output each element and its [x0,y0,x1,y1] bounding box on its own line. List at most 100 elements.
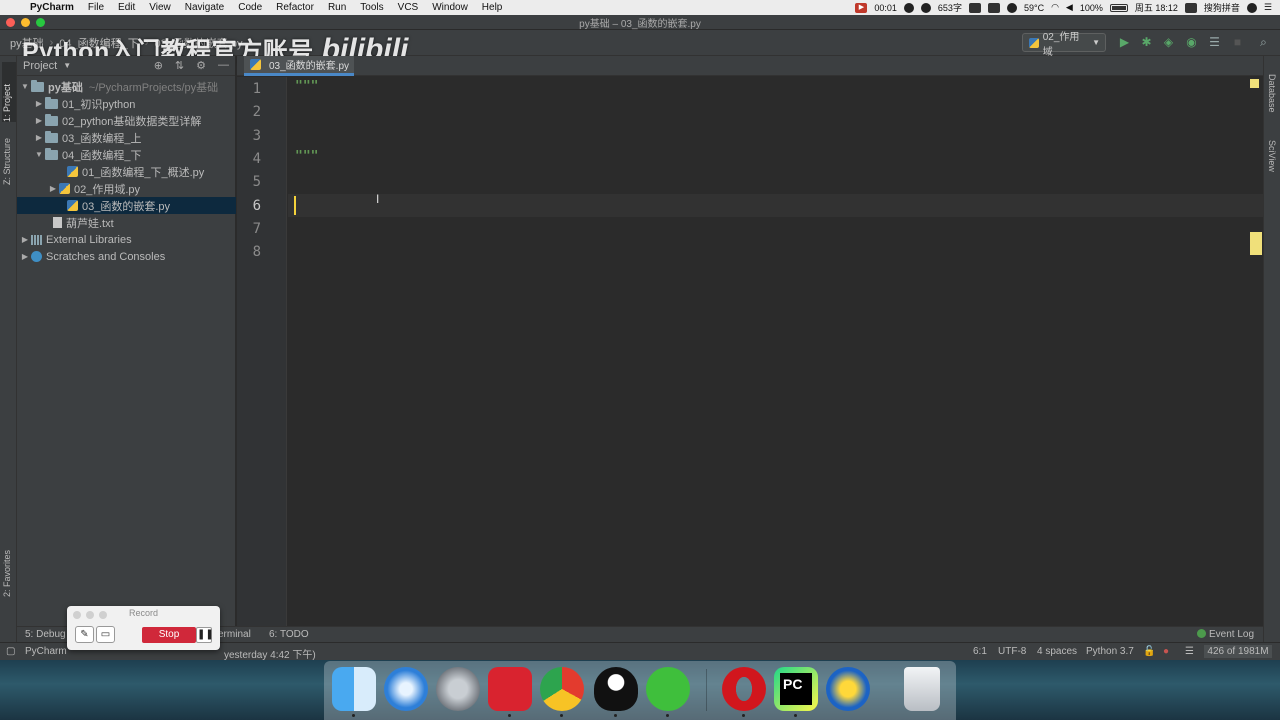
code-line-4[interactable]: """ [295,149,318,164]
input-method-icon[interactable] [1184,2,1197,13]
tree-item-01[interactable]: ▶ 01_初识python [17,95,236,112]
status-indent[interactable]: 4 spaces [1037,646,1077,657]
inspection-status-icon[interactable] [1250,79,1259,88]
coverage-icon[interactable]: ◈ [1162,36,1175,49]
menu-window[interactable]: Window [425,2,475,13]
expanded-arrow-icon[interactable]: ▼ [19,82,31,91]
collapsed-arrow-icon[interactable]: ▶ [33,133,45,142]
code-editor[interactable]: """ """ I [288,77,1263,626]
expanded-arrow-icon[interactable]: ▼ [33,150,45,159]
stop-recording-button[interactable]: Stop [142,627,196,643]
tree-item-04[interactable]: ▼ 04_函数编程_下 [17,146,236,163]
tool-todo[interactable]: 6: TODO [269,629,309,640]
input-method-label[interactable]: 搜狗拼音 [1204,1,1240,14]
tree-root[interactable]: ▼ py基础 ~/PycharmProjects/py基础 [17,78,236,95]
pen-icon[interactable]: ✎ [75,626,94,643]
tree-file-overview[interactable]: 01_函数编程_下_概述.py [17,163,236,180]
menu-run[interactable]: Run [321,2,353,13]
tab-structure[interactable]: Z: Structure [2,138,12,185]
zoom-window-icon[interactable] [36,18,45,27]
app-menu[interactable]: PyCharm [26,2,81,13]
editor-tab-active[interactable]: 03_函数的嵌套.py [244,56,354,76]
opera-icon[interactable] [722,667,766,711]
tree-item-03[interactable]: ▶ 03_函数编程_上 [17,129,236,146]
pycharm-icon[interactable]: PC [774,667,818,711]
pause-icon[interactable]: ❚❚ [196,627,214,643]
chevron-down-icon[interactable]: ▼ [63,61,71,70]
run-icon[interactable]: ▶ [1118,36,1131,49]
trash-icon[interactable] [904,667,940,711]
collapsed-arrow-icon[interactable]: ▶ [19,252,31,261]
inspector-icon[interactable]: ● [1163,646,1169,657]
tab-favorites[interactable]: 2: Favorites [2,550,12,597]
tree-file-nested-functions[interactable]: 03_函数的嵌套.py [17,197,236,214]
color-tray-icon[interactable] [1006,2,1017,13]
tool-debug[interactable]: 5: Debug [25,629,66,640]
tree-item-02[interactable]: ▶ 02_python基础数据类型详解 [17,112,236,129]
menu-code[interactable]: Code [231,2,269,13]
run-configuration-select[interactable]: 02_作用域 ▼ [1022,32,1106,58]
clipboard-tray-icon[interactable] [968,2,981,13]
wifi-icon[interactable]: ◠ [1051,2,1059,13]
tree-file-txt[interactable]: 葫芦娃.txt [17,214,236,231]
menu-help[interactable]: Help [475,2,510,13]
qq-icon[interactable] [594,667,638,711]
tab-sciview[interactable]: SciView [1267,140,1277,172]
status-interpreter[interactable]: Python 3.7 [1086,646,1134,657]
code-line-1[interactable]: """ [295,79,318,94]
menu-file[interactable]: File [81,2,111,13]
menu-refactor[interactable]: Refactor [269,2,321,13]
build-icon[interactable]: ☰ [1208,36,1221,49]
collapsed-arrow-icon[interactable]: ▶ [47,184,59,193]
search-everywhere-icon[interactable]: ⌕ [1257,36,1270,49]
menu-vcs[interactable]: VCS [391,2,426,13]
tab-database[interactable]: Database [1267,74,1277,113]
project-view-select[interactable]: Project [23,60,57,72]
siri-icon[interactable] [1246,2,1257,13]
menu-navigate[interactable]: Navigate [178,2,231,13]
launchpad-icon[interactable] [436,667,480,711]
breadcrumb-project[interactable]: py基础 [0,35,44,51]
tree-external-libraries[interactable]: ▶ External Libraries [17,231,236,248]
tool-event-log[interactable]: Event Log [1197,629,1254,640]
notification-center-icon[interactable]: ☰ [1264,2,1272,13]
recorder-tray-icon[interactable]: ▶ [855,2,868,13]
tab-project[interactable]: 1: Project [2,62,16,122]
profile-icon[interactable]: ◉ [1185,36,1198,49]
safari-icon[interactable] [384,667,428,711]
menubar-clock[interactable]: 周五 18:12 [1135,1,1178,14]
evernote-tray-icon[interactable] [903,2,914,13]
collapsed-arrow-icon[interactable]: ▶ [33,116,45,125]
status-encoding[interactable]: UTF-8 [998,646,1026,657]
collapsed-arrow-icon[interactable]: ▶ [33,99,45,108]
collapsed-arrow-icon[interactable]: ▶ [19,235,31,244]
battery-icon[interactable] [1109,3,1128,12]
hide-panel-icon[interactable]: — [218,59,229,72]
status-message[interactable]: yesterday 4:42 下午) [224,646,316,661]
memory-indicator[interactable]: 426 of 1981M [1204,645,1272,658]
close-window-icon[interactable] [6,18,15,27]
thunder-icon[interactable] [826,667,870,711]
menu-tools[interactable]: Tools [353,2,390,13]
tree-scratches[interactable]: ▶ Scratches and Consoles [17,248,236,265]
debug-icon[interactable]: ✱ [1140,36,1153,49]
chrome-icon[interactable] [540,667,584,711]
netease-music-icon[interactable] [488,667,532,711]
status-toggle-icon[interactable]: ▢ [6,646,15,657]
region-icon[interactable]: ▭ [96,626,115,643]
status-position[interactable]: 6:1 [973,646,987,657]
volume-icon[interactable]: ◀ [1066,2,1073,13]
breadcrumb-file[interactable]: 03_函数的嵌套.py [154,35,242,51]
wechat-icon[interactable] [646,667,690,711]
tree-file-scope[interactable]: ▶ 02_作用域.py [17,180,236,197]
lock-icon[interactable]: 🔓 [1143,646,1155,657]
wechat-tray-icon[interactable] [920,2,931,13]
minimize-window-icon[interactable] [21,18,30,27]
stop-icon[interactable]: ■ [1231,36,1244,49]
menu-view[interactable]: View [142,2,178,13]
scrollbar-marker[interactable] [1250,232,1262,255]
locate-icon[interactable]: ⊕ [154,59,163,72]
display-tray-icon[interactable] [987,2,1000,13]
menu-edit[interactable]: Edit [111,2,142,13]
finder-icon[interactable] [332,667,376,711]
